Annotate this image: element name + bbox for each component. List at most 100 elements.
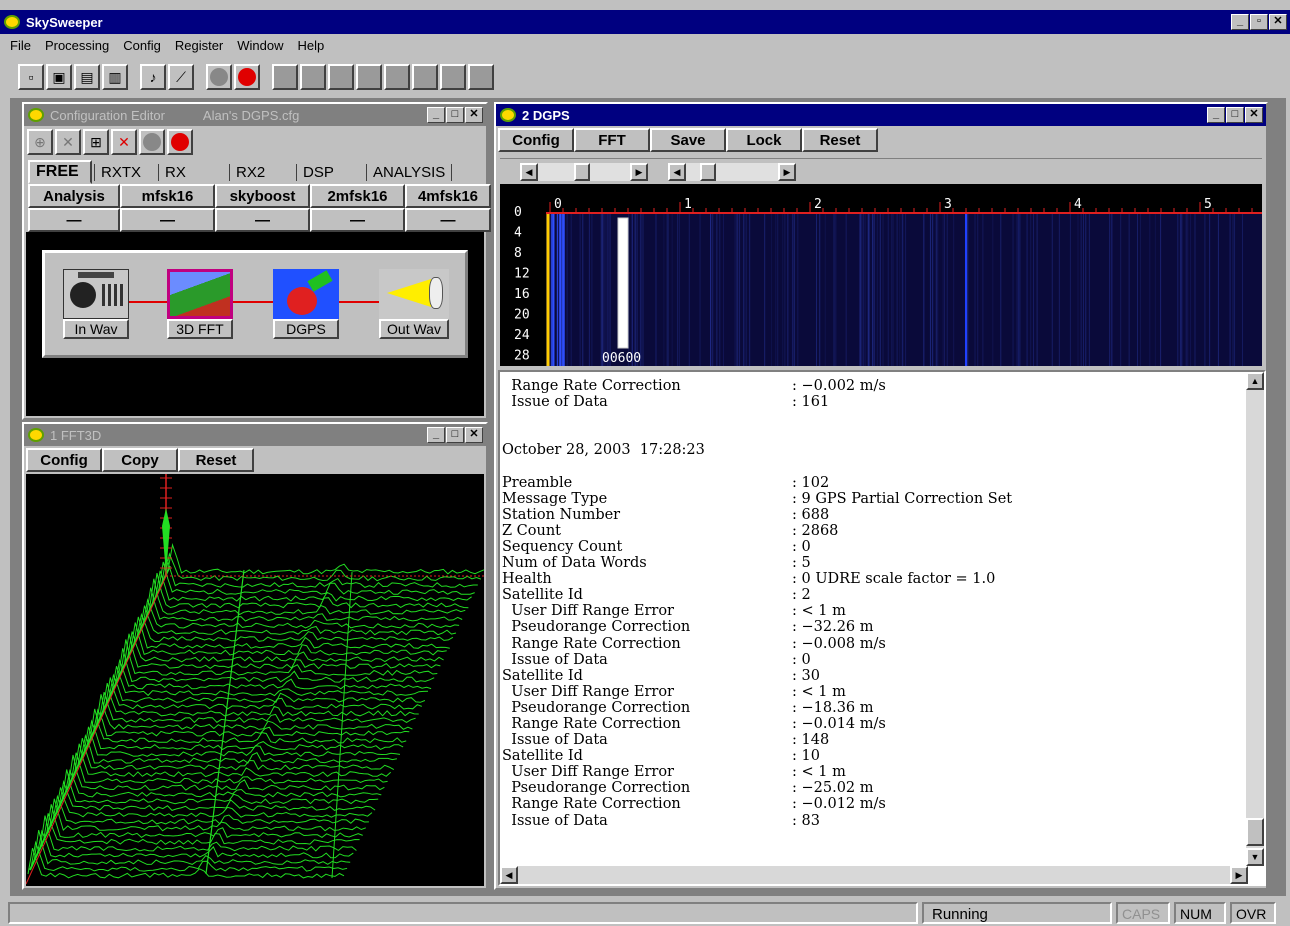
slot-6-icon[interactable]	[412, 64, 438, 90]
insert-module-icon[interactable]: ⊞	[83, 129, 109, 155]
module-skyboost[interactable]: skyboost	[215, 184, 310, 208]
menu-window[interactable]: Window	[237, 38, 283, 58]
scroll-down-icon[interactable]: ▼	[1246, 848, 1264, 866]
save-config-icon[interactable]: ▤	[74, 64, 100, 90]
minimize-button[interactable]: _	[1231, 14, 1249, 30]
scroll-right-icon[interactable]: ▶	[1230, 866, 1248, 884]
scroll-up-icon[interactable]: ▲	[1246, 372, 1264, 390]
restore-button[interactable]: ▫	[1250, 14, 1268, 30]
slot-8-icon[interactable]	[468, 64, 494, 90]
tab-free[interactable]: FREE	[28, 160, 92, 184]
scroll-left-icon[interactable]: ◀	[668, 163, 686, 181]
chain-node-outwav[interactable]: Out Wav	[379, 269, 449, 339]
freq-offset-slider[interactable]: ◀ ▶	[520, 163, 648, 181]
scroll-thumb[interactable]	[1246, 818, 1264, 846]
tab-dsp[interactable]: DSP	[296, 164, 340, 181]
dgps-field-name: Message Type	[502, 490, 608, 507]
maximize-button[interactable]: □	[446, 107, 464, 123]
scroll-right-icon[interactable]: ▶	[778, 163, 796, 181]
dgps-field-name: Sequency Count	[502, 538, 623, 555]
y-tick-label: 28	[514, 349, 530, 364]
saveas-config-icon[interactable]: ▥	[102, 64, 128, 90]
dgps-field-value: : < 1 m	[792, 603, 846, 620]
minimize-button[interactable]: _	[1207, 107, 1225, 123]
fft3d-reset-button[interactable]: Reset	[178, 448, 254, 472]
tab-analysis[interactable]: ANALYSIS	[366, 164, 453, 181]
close-button[interactable]: ✕	[1269, 14, 1287, 30]
freq-span-slider[interactable]: ◀ ▶	[668, 163, 796, 181]
maximize-button[interactable]: □	[1226, 107, 1244, 123]
stop-icon[interactable]	[139, 129, 165, 155]
stop-icon[interactable]	[206, 64, 232, 90]
record-icon[interactable]	[234, 64, 260, 90]
delete-module-icon[interactable]: ✕	[55, 129, 81, 155]
dgps-save-button[interactable]: Save	[650, 128, 726, 152]
minimize-button[interactable]: _	[427, 427, 445, 443]
x-tick-label: 4	[1074, 197, 1082, 212]
slot-4-icon[interactable]	[356, 64, 382, 90]
maximize-button[interactable]: □	[446, 427, 464, 443]
dgps-field-name: Range Rate Correction	[502, 378, 681, 394]
remove-module-icon[interactable]: ✕	[111, 129, 137, 155]
empty-slot[interactable]: —	[215, 208, 310, 232]
close-button[interactable]: ✕	[465, 107, 483, 123]
slot-3-icon[interactable]	[328, 64, 354, 90]
dgps-config-button[interactable]: Config	[498, 128, 574, 152]
open-config-icon[interactable]: ▣	[46, 64, 72, 90]
close-button[interactable]: ✕	[465, 427, 483, 443]
scroll-right-icon[interactable]: ▶	[630, 163, 648, 181]
empty-slot[interactable]: —	[120, 208, 215, 232]
dgps-reset-button[interactable]: Reset	[802, 128, 878, 152]
slot-5-icon[interactable]	[384, 64, 410, 90]
audio-settings-icon[interactable]: ♪	[140, 64, 166, 90]
slot-7-icon[interactable]	[440, 64, 466, 90]
fft3d-copy-button[interactable]: Copy	[102, 448, 178, 472]
horizontal-scrollbar[interactable]: ◀ ▶	[500, 866, 1248, 884]
wand-icon[interactable]: ⟋	[168, 64, 194, 90]
minimize-button[interactable]: _	[427, 107, 445, 123]
app-title: SkySweeper	[26, 14, 103, 30]
scroll-left-icon[interactable]: ◀	[500, 866, 518, 884]
menu-config[interactable]: Config	[123, 38, 161, 58]
tab-rx[interactable]: RX	[158, 164, 192, 181]
tab-rx2[interactable]: RX2	[229, 164, 271, 181]
module-4mfsk16[interactable]: 4mfsk16	[405, 184, 491, 208]
dgps-field-value: : 0	[792, 651, 811, 668]
dgps-field-name: Issue of Data	[502, 651, 608, 668]
chain-wire	[105, 301, 415, 303]
slot-2-icon[interactable]	[300, 64, 326, 90]
menu-register[interactable]: Register	[175, 38, 223, 58]
scroll-left-icon[interactable]: ◀	[520, 163, 538, 181]
close-button[interactable]: ✕	[1245, 107, 1263, 123]
chain-node-inwav[interactable]: In Wav	[63, 269, 129, 339]
window-logo-icon	[500, 107, 518, 123]
fft3d-config-button[interactable]: Config	[26, 448, 102, 472]
chain-node-3dfft[interactable]: 3D FFT	[167, 269, 233, 339]
fft3d-window: 1 FFT3D _ □ ✕ Config Copy Reset	[22, 422, 488, 890]
vertical-scrollbar[interactable]: ▲ ▼	[1246, 372, 1264, 866]
slider-thumb[interactable]	[574, 163, 590, 181]
dgps-lock-button[interactable]: Lock	[726, 128, 802, 152]
chain-node-dgps[interactable]: DGPS	[273, 269, 339, 339]
empty-slot[interactable]: —	[405, 208, 491, 232]
slot-1-icon[interactable]	[272, 64, 298, 90]
module-2mfsk16[interactable]: 2mfsk16	[310, 184, 405, 208]
tab-rxtx[interactable]: RXTX	[94, 164, 147, 181]
menu-help[interactable]: Help	[298, 38, 325, 58]
x-tick-label: 5	[1204, 197, 1212, 212]
dgps-field-name: Range Rate Correction	[502, 796, 681, 813]
record-icon[interactable]	[167, 129, 193, 155]
dgps-fft-button[interactable]: FFT	[574, 128, 650, 152]
menu-file[interactable]: File	[10, 38, 31, 58]
module-mfsk16[interactable]: mfsk16	[120, 184, 215, 208]
empty-slot[interactable]: —	[310, 208, 405, 232]
module-analysis[interactable]: Analysis	[28, 184, 120, 208]
dgps-field-name: October 28, 2003 17:28:23	[502, 442, 705, 459]
menu-processing[interactable]: Processing	[45, 38, 109, 58]
add-module-icon[interactable]: ⊕	[27, 129, 53, 155]
status-message	[8, 902, 918, 924]
empty-slot[interactable]: —	[28, 208, 120, 232]
new-config-icon[interactable]: ▫	[18, 64, 44, 90]
dgps-text-line	[502, 410, 1242, 426]
slider-thumb[interactable]	[700, 163, 716, 181]
